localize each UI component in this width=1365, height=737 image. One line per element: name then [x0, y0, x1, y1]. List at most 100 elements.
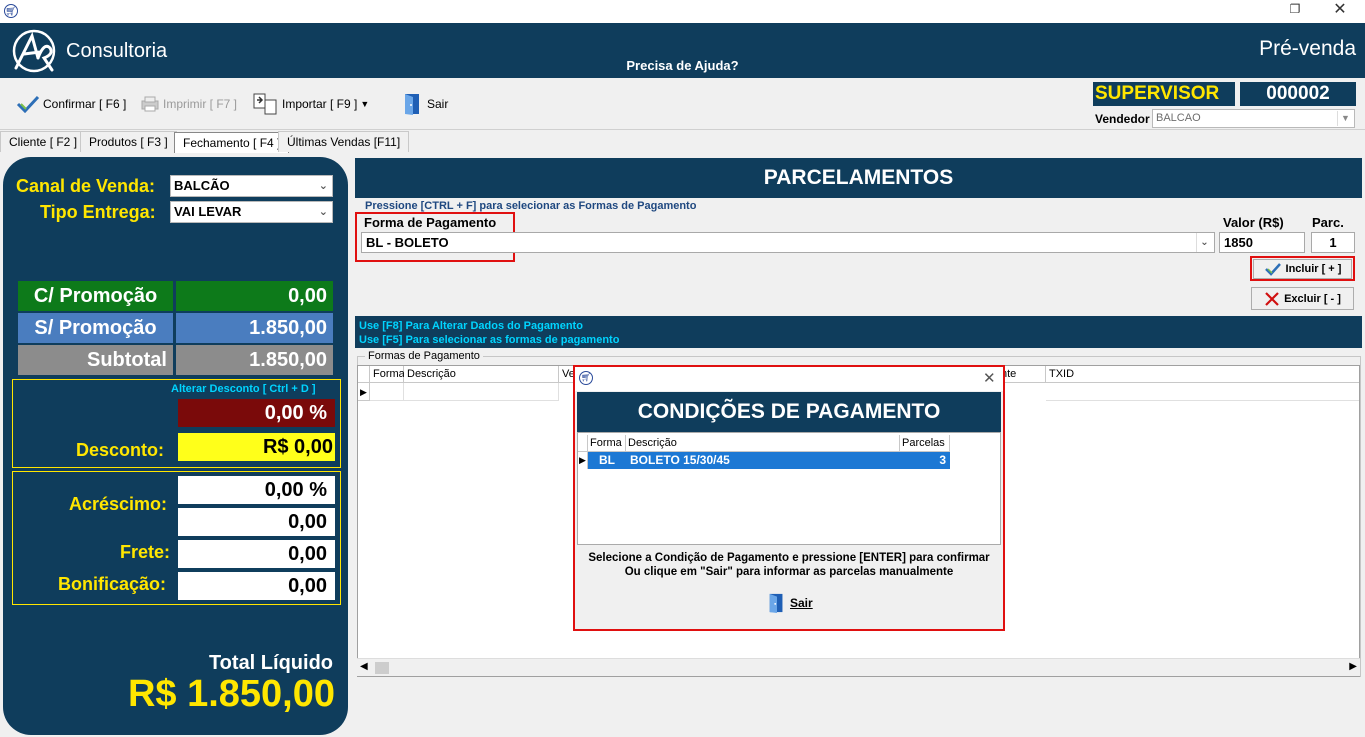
col-descricao[interactable]: Descrição	[404, 366, 559, 383]
exit-button[interactable]: Sair	[402, 92, 448, 116]
window-titlebar: 🛒︎ ❐ ✕	[0, 0, 1365, 23]
surcharge-percent[interactable]: 0,00 %	[178, 476, 335, 504]
scroll-right-icon[interactable]: ▶	[1349, 661, 1357, 672]
col-forma[interactable]: Forma	[370, 366, 405, 383]
payment-value: BL - BOLETO	[366, 235, 449, 250]
dialog-titlebar: 🛒︎ ✕	[575, 367, 1003, 391]
printer-icon	[141, 96, 159, 112]
print-label: Imprimir [ F7 ]	[163, 97, 237, 111]
surcharge-box: Acréscimo: 0,00 % 0,00 Frete: 0,00 Bonif…	[12, 471, 341, 605]
delivery-value: VAI LEVAR	[174, 204, 242, 219]
nopromo-value: 1.850,00	[176, 313, 333, 343]
f5-hint: Use [F5] Para selecionar as formas de pa…	[359, 334, 620, 346]
door-icon	[769, 593, 783, 613]
installments-input[interactable]: 1	[1311, 232, 1355, 253]
chevron-down-icon: ▼	[1337, 111, 1353, 126]
import-button[interactable]: Importar [ F9 ] ▼	[253, 92, 369, 116]
conditions-grid[interactable]: Forma Descrição Parcelas ▶ BL BOLETO 15/…	[577, 432, 1001, 545]
tab-strip: Cliente [ F2 ] Produtos [ F3 ] Fechament…	[0, 131, 1365, 153]
restore-window-button[interactable]: ❐	[1287, 2, 1303, 18]
dialog-close-button[interactable]: ✕	[983, 369, 996, 387]
payment-label: Forma de Pagamento	[364, 215, 497, 230]
value-label: Valor (R$)	[1223, 215, 1284, 230]
col-partial[interactable]: nte	[998, 366, 1046, 383]
check-icon	[1264, 263, 1281, 276]
payments-group-label: Formas de Pagamento	[365, 350, 483, 362]
dialog-exit-label: Sair	[790, 596, 813, 610]
condition-row[interactable]: BL BOLETO 15/30/45 3	[588, 452, 950, 469]
channel-select[interactable]: BALCÃO ⌄	[170, 175, 333, 197]
import-icon	[253, 93, 277, 115]
include-label: Incluir [ + ]	[1285, 263, 1342, 275]
delivery-label: Tipo Entrega:	[40, 202, 156, 222]
module-title: Pré-venda	[1259, 37, 1356, 60]
subtotal-label: Subtotal	[18, 345, 173, 375]
x-icon	[1265, 291, 1279, 306]
col-txid[interactable]: TXID	[1046, 366, 1359, 383]
channel-value: BALCÃO	[174, 178, 230, 193]
col-parcelas[interactable]: Parcelas	[900, 435, 950, 452]
row-parcelas: 3	[939, 453, 946, 467]
total-label: Total Líquido	[208, 652, 333, 674]
dialog-exit-button[interactable]: Sair	[767, 591, 813, 615]
tab-cliente[interactable]: Cliente [ F2 ]	[0, 131, 87, 152]
operator-code: 000002	[1240, 82, 1356, 106]
grid-cell[interactable]	[404, 383, 559, 401]
dialog-message-line-1: Selecione a Condição de Pagamento e pres…	[588, 552, 990, 564]
chevron-down-icon: ▼	[360, 99, 370, 109]
row-pointer-icon: ▶	[358, 383, 370, 401]
surcharge-value[interactable]: 0,00	[178, 508, 335, 536]
door-icon	[405, 94, 419, 115]
nopromo-label: S/ Promoção	[18, 313, 173, 343]
app-header: Consultoria Precisa de Ajuda? Pré-venda	[0, 23, 1365, 78]
discount-percent[interactable]: 0,00 %	[178, 399, 335, 427]
value-input[interactable]: 1850	[1219, 232, 1305, 253]
exclude-label: Excluir [ - ]	[1284, 292, 1341, 305]
check-icon	[16, 95, 40, 113]
confirm-label: Confirmar [ F6 ]	[43, 97, 127, 111]
grid-cell[interactable]	[370, 383, 404, 401]
discount-value[interactable]: R$ 0,00	[178, 433, 335, 461]
row-pointer-icon: ▶	[578, 452, 588, 469]
installments-label: Parc.	[1312, 215, 1344, 230]
confirm-button[interactable]: Confirmar [ F6 ]	[16, 92, 126, 116]
row-descricao: BOLETO 15/30/45	[630, 453, 730, 467]
channel-label: Canal de Venda:	[16, 176, 156, 196]
horizontal-scrollbar[interactable]: ◀ ▶	[357, 658, 1360, 676]
row-header-corner	[358, 366, 370, 383]
tab-fechamento[interactable]: Fechamento [ F4 ]	[174, 132, 290, 153]
col-forma[interactable]: Forma	[588, 435, 626, 452]
payment-conditions-dialog: 🛒︎ ✕ CONDIÇÕES DE PAGAMENTO Forma Descri…	[573, 365, 1005, 631]
bonus-value[interactable]: 0,00	[178, 572, 335, 600]
grid-cell[interactable]	[1046, 383, 1359, 401]
discount-label: Desconto:	[76, 440, 165, 460]
exclude-button[interactable]: Excluir [ - ]	[1251, 287, 1354, 310]
payment-select[interactable]: BL - BOLETO ⌄	[361, 232, 1215, 253]
chevron-down-icon: ⌄	[318, 206, 328, 218]
role-badge: SUPERVISOR	[1093, 82, 1235, 106]
tab-ultimas-vendas[interactable]: Últimas Vendas [F11]	[278, 131, 410, 152]
freight-label: Frete:	[120, 542, 171, 562]
print-button[interactable]: Imprimir [ F7 ]	[140, 92, 237, 116]
freight-value[interactable]: 0,00	[178, 540, 335, 568]
totals-panel: Canal de Venda: BALCÃO ⌄ Tipo Entrega: V…	[3, 157, 348, 735]
exit-label: Sair	[427, 97, 449, 111]
total-value: R$ 1.850,00	[127, 673, 335, 715]
import-label: Importar [ F9 ]	[282, 97, 358, 111]
discount-hint: Alterar Desconto [ Ctrl + D ]	[171, 383, 316, 395]
close-window-button[interactable]: ✕	[1332, 0, 1348, 20]
col-descricao[interactable]: Descrição	[626, 435, 900, 452]
include-button[interactable]: Incluir [ + ]	[1253, 259, 1352, 279]
f8-hint: Use [F8] Para Alterar Dados do Pagamento	[359, 320, 583, 332]
scroll-thumb[interactable]	[375, 662, 389, 674]
delivery-select[interactable]: VAI LEVAR ⌄	[170, 201, 333, 223]
tab-produtos[interactable]: Produtos [ F3 ]	[80, 131, 177, 152]
seller-label: Vendedor	[1095, 112, 1150, 126]
cart-app-icon: 🛒︎	[4, 4, 18, 18]
seller-select[interactable]: BALCAO ▼	[1152, 109, 1355, 128]
chevron-down-icon: ⌄	[318, 180, 328, 192]
subtotal-value: 1.850,00	[176, 345, 333, 375]
scroll-left-icon[interactable]: ◀	[360, 661, 368, 672]
row-forma: BL	[599, 453, 615, 467]
shortcuts-bar: Use [F8] Para Alterar Dados do Pagamento…	[355, 316, 1362, 348]
